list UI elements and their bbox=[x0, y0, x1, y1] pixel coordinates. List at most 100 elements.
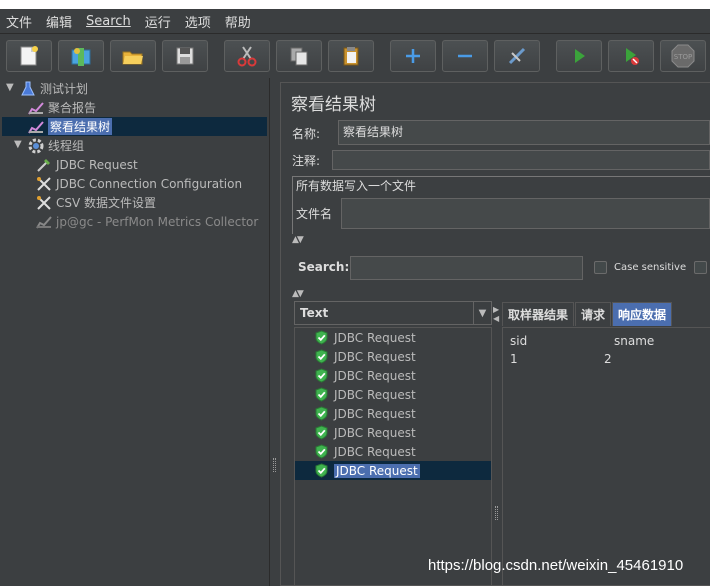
tab-sampler-result[interactable]: 取样器结果 bbox=[502, 302, 575, 326]
tree-node-csv-config[interactable]: CSV 数据文件设置 bbox=[36, 193, 156, 212]
top-edge bbox=[0, 0, 710, 9]
comment-field[interactable] bbox=[332, 150, 710, 170]
flask-icon bbox=[20, 81, 36, 97]
copy-button[interactable] bbox=[276, 40, 322, 72]
listener-chart-icon bbox=[36, 214, 52, 230]
stop-button[interactable]: STOP bbox=[660, 40, 706, 72]
sample-result-label: JDBC Request bbox=[334, 368, 416, 383]
expand-all-button[interactable] bbox=[390, 40, 436, 72]
tab-request[interactable]: 请求 bbox=[575, 302, 612, 326]
start-no-pauses-button[interactable] bbox=[608, 40, 654, 72]
sample-result-item[interactable]: JDBC Request bbox=[295, 385, 491, 404]
case-sensitive-label: Case sensitive bbox=[614, 262, 687, 273]
tree-node-test-plan[interactable]: 测试计划 bbox=[20, 79, 88, 98]
sample-result-item[interactable]: JDBC Request bbox=[295, 328, 491, 347]
sample-result-item[interactable]: JDBC Request bbox=[295, 461, 491, 480]
templates-icon bbox=[71, 48, 91, 66]
expand-arrow-icon[interactable]: ▼ bbox=[6, 82, 14, 93]
config-tools-icon bbox=[36, 195, 52, 211]
tree-node-view-results-tree[interactable]: 察看结果树 bbox=[28, 117, 113, 136]
menu-options[interactable]: 选项 bbox=[185, 12, 211, 31]
gear-icon bbox=[28, 138, 44, 154]
stop-icon: STOP bbox=[671, 44, 695, 68]
sample-result-item[interactable]: JDBC Request bbox=[295, 404, 491, 423]
paste-button[interactable] bbox=[328, 40, 374, 72]
templates-button[interactable] bbox=[58, 40, 104, 72]
sample-result-label: JDBC Request bbox=[334, 406, 416, 421]
response-cell-sid: 1 bbox=[510, 352, 518, 366]
menu-help[interactable]: 帮助 bbox=[225, 12, 251, 31]
success-shield-icon bbox=[315, 387, 328, 402]
tree-node-label: JDBC Connection Configuration bbox=[56, 176, 243, 191]
new-button[interactable] bbox=[6, 40, 52, 72]
comment-label: 注释: bbox=[292, 154, 321, 168]
expand-arrow-icon[interactable]: ▼ bbox=[14, 139, 22, 150]
results-splitter[interactable]: ▶ ◀ bbox=[492, 301, 502, 586]
renderer-select-value: Text bbox=[300, 306, 329, 320]
menu-edit[interactable]: 编辑 bbox=[46, 12, 72, 31]
open-icon bbox=[122, 51, 143, 65]
search-label: Search: bbox=[298, 260, 350, 274]
sample-result-label: JDBC Request bbox=[334, 444, 416, 459]
success-shield-icon bbox=[315, 349, 328, 364]
copy-icon bbox=[290, 47, 308, 66]
config-tools-icon bbox=[36, 176, 52, 192]
renderer-select[interactable]: Text ▼ bbox=[294, 301, 492, 325]
sample-result-label: JDBC Request bbox=[334, 463, 420, 478]
report-chart-icon bbox=[28, 119, 44, 135]
open-button[interactable] bbox=[110, 40, 156, 72]
sample-result-label: JDBC Request bbox=[334, 387, 416, 402]
collapse-divider-arrows-icon[interactable]: ▲▼ bbox=[292, 288, 304, 300]
filename-field[interactable] bbox=[341, 198, 710, 229]
tree-node-label: JDBC Request bbox=[56, 157, 138, 172]
success-shield-icon bbox=[315, 330, 328, 345]
regex-checkbox[interactable] bbox=[694, 261, 707, 274]
main-splitter[interactable] bbox=[270, 78, 280, 586]
toolbar: STOP bbox=[0, 35, 710, 77]
sample-result-label: JDBC Request bbox=[334, 330, 416, 345]
tree-node-aggregate-report[interactable]: 聚合报告 bbox=[28, 98, 96, 117]
sample-result-item[interactable]: JDBC Request bbox=[295, 442, 491, 461]
collapse-divider-arrows-icon[interactable]: ▲▼ bbox=[292, 234, 304, 246]
splitter-grip[interactable] bbox=[495, 506, 498, 520]
tree-node-label: 线程组 bbox=[48, 139, 85, 153]
tree-node-jdbc-connection[interactable]: JDBC Connection Configuration bbox=[36, 174, 242, 193]
menu-search[interactable]: Search bbox=[86, 14, 131, 29]
case-sensitive-checkbox[interactable] bbox=[594, 261, 607, 274]
tree-node-perfmon[interactable]: jp@gc - PerfMon Metrics Collector bbox=[36, 212, 258, 231]
splitter-arrow-icons[interactable]: ▶ ◀ bbox=[493, 305, 499, 323]
start-button[interactable] bbox=[556, 40, 602, 72]
save-button[interactable] bbox=[162, 40, 208, 72]
success-shield-icon bbox=[315, 463, 328, 478]
tab-response-data[interactable]: 响应数据 bbox=[612, 302, 673, 326]
expand-icon bbox=[406, 49, 420, 63]
name-field[interactable]: 察看结果树 bbox=[338, 120, 710, 145]
toggle-button[interactable] bbox=[494, 40, 540, 72]
response-cell-sname: 2 bbox=[604, 352, 612, 366]
tree-node-thread-group[interactable]: 线程组 bbox=[28, 136, 84, 155]
collapse-all-button[interactable] bbox=[442, 40, 488, 72]
success-shield-icon bbox=[315, 368, 328, 383]
collapse-icon bbox=[458, 54, 472, 58]
svg-text:STOP: STOP bbox=[674, 53, 692, 61]
sample-result-label: JDBC Request bbox=[334, 425, 416, 440]
filename-label: 文件名 bbox=[296, 207, 333, 221]
search-input[interactable] bbox=[350, 256, 583, 280]
chevron-down-icon[interactable]: ▼ bbox=[473, 302, 491, 324]
menu-file[interactable]: 文件 bbox=[6, 12, 32, 31]
start-icon bbox=[575, 49, 585, 63]
sample-result-item[interactable]: JDBC Request bbox=[295, 423, 491, 442]
report-chart-icon bbox=[28, 100, 44, 116]
tree-node-label: 察看结果树 bbox=[48, 118, 113, 135]
success-shield-icon bbox=[315, 425, 328, 440]
sample-result-item[interactable]: JDBC Request bbox=[295, 366, 491, 385]
menu-run[interactable]: 运行 bbox=[145, 12, 171, 31]
cut-button[interactable] bbox=[224, 40, 270, 72]
sample-result-item[interactable]: JDBC Request bbox=[295, 347, 491, 366]
sample-result-label: JDBC Request bbox=[334, 349, 416, 364]
splitter-grip[interactable] bbox=[273, 458, 276, 472]
new-icon bbox=[20, 46, 38, 66]
response-header-sname: sname bbox=[614, 334, 655, 348]
tree-node-jdbc-request[interactable]: JDBC Request bbox=[36, 155, 138, 174]
tree-node-label: 测试计划 bbox=[40, 82, 89, 96]
